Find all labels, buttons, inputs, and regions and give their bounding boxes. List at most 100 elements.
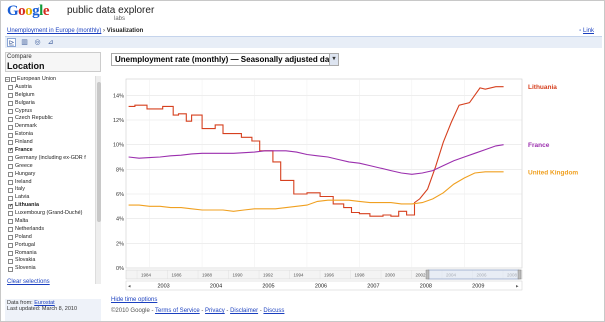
data-source-box: Data from: Eurostat Last updated: March … xyxy=(5,299,101,321)
footer-link-discuss[interactable]: Discuss xyxy=(263,308,284,314)
location-checkbox[interactable] xyxy=(8,243,13,248)
footer-link-privacy[interactable]: Privacy xyxy=(205,308,225,314)
location-item[interactable]: Denmark xyxy=(5,123,95,131)
location-list-scrollbar[interactable] xyxy=(95,76,101,284)
location-checkbox[interactable] xyxy=(8,124,13,130)
footer: ©2010 Google - Terms of Service - Privac… xyxy=(111,308,285,314)
location-item[interactable]: Luxembourg (Grand-Duché) xyxy=(5,210,95,218)
location-checkbox[interactable] xyxy=(8,235,13,241)
location-item[interactable]: Latvia xyxy=(5,194,95,202)
location-checkbox[interactable] xyxy=(8,258,13,264)
location-item[interactable]: Bulgaria xyxy=(5,100,95,108)
collapse-icon[interactable]: − xyxy=(5,77,10,83)
clear-selections-link[interactable]: Clear selections xyxy=(7,279,50,285)
location-checkbox[interactable] xyxy=(8,203,13,210)
bubble-chart-icon[interactable]: ◎ xyxy=(33,38,42,47)
location-checkbox[interactable] xyxy=(8,140,13,146)
location-label: Belgium xyxy=(15,91,35,98)
location-checkbox[interactable] xyxy=(8,100,13,106)
location-item[interactable]: Portugal xyxy=(5,242,95,250)
location-item[interactable]: Italy xyxy=(5,186,95,194)
timeline-tick-label: 1984 xyxy=(141,273,152,278)
timeline-handle-left xyxy=(425,269,430,280)
location-label: Greece xyxy=(15,162,33,169)
series-label: France xyxy=(528,142,550,149)
last-updated: Last updated: March 8, 2010 xyxy=(7,306,78,312)
footer-link-terms[interactable]: Terms of Service xyxy=(155,308,200,314)
location-item[interactable]: Lithuania xyxy=(5,202,95,210)
location-checkbox[interactable] xyxy=(8,156,13,162)
location-checkbox[interactable] xyxy=(8,85,13,91)
left-panel: Compare Location − European Union Austria B… xyxy=(5,50,101,290)
timeline-handle-right xyxy=(517,269,522,280)
location-label: France xyxy=(15,147,33,154)
location-item[interactable]: Czech Republic xyxy=(5,115,95,123)
location-checkbox[interactable] xyxy=(11,77,16,83)
breadcrumb-dataset-link[interactable]: Unemployment in Europe (monthly) xyxy=(7,28,101,34)
location-label: Romania xyxy=(15,249,37,256)
location-checkbox[interactable] xyxy=(8,179,13,185)
location-checkbox[interactable] xyxy=(8,132,13,138)
google-logo[interactable]: Google xyxy=(7,3,50,19)
breadcrumb: Unemployment in Europe (monthly) › Visua… xyxy=(7,28,143,34)
y-tick-label: 8% xyxy=(116,167,124,173)
location-checkbox[interactable] xyxy=(8,250,13,256)
location-item[interactable]: Slovenia xyxy=(5,265,95,273)
x-tick-label: 2003 xyxy=(157,284,169,290)
location-checkbox[interactable] xyxy=(8,187,13,193)
location-checkbox[interactable] xyxy=(8,171,13,177)
location-item[interactable]: Belgium xyxy=(5,92,95,100)
location-item[interactable]: Ireland xyxy=(5,179,95,187)
location-checkbox[interactable] xyxy=(8,266,13,272)
location-item[interactable]: Netherlands xyxy=(5,226,95,234)
location-item[interactable]: Finland xyxy=(5,139,95,147)
location-item[interactable]: Romania xyxy=(5,250,95,258)
location-item[interactable]: Hungary xyxy=(5,171,95,179)
location-checkbox[interactable] xyxy=(8,108,13,114)
hide-time-options-link[interactable]: Hide time options xyxy=(111,297,157,303)
location-item[interactable]: Greece xyxy=(5,163,95,171)
location-label: Location xyxy=(7,61,45,71)
location-checkbox[interactable] xyxy=(8,227,13,233)
location-item[interactable]: Slovakia xyxy=(5,257,95,265)
location-item[interactable]: Cyprus xyxy=(5,108,95,116)
map-icon[interactable]: ⊿ xyxy=(46,38,55,47)
location-item[interactable]: Germany (including ex-GDR f xyxy=(5,155,95,163)
x-tick-label: 2007 xyxy=(367,284,379,290)
bar-chart-icon[interactable]: ▥ xyxy=(20,38,29,47)
location-checkbox[interactable] xyxy=(8,116,13,122)
location-checkbox[interactable] xyxy=(8,93,13,99)
y-tick-label: 0% xyxy=(116,266,124,272)
logo-letter: o xyxy=(25,3,33,19)
location-label: Portugal xyxy=(15,241,36,248)
location-label: Hungary xyxy=(15,170,36,177)
location-item[interactable]: Austria xyxy=(5,84,95,92)
x-tick-label: 2008 xyxy=(420,284,432,290)
location-item[interactable]: Estonia xyxy=(5,131,95,139)
line-chart-icon[interactable]: ⊵ xyxy=(7,38,16,47)
location-label: Latvia xyxy=(15,194,30,201)
location-checkbox[interactable] xyxy=(8,211,13,217)
footer-link-disclaimer[interactable]: Disclaimer xyxy=(230,308,258,314)
timeline-tick-label: 1998 xyxy=(354,273,365,278)
location-item[interactable]: Poland xyxy=(5,234,95,242)
location-label: European Union xyxy=(17,76,56,82)
location-checkbox[interactable] xyxy=(8,195,13,201)
location-item[interactable]: − European Union xyxy=(5,76,95,84)
timeline-tick-label: 1994 xyxy=(293,273,304,278)
location-item[interactable]: Malta xyxy=(5,218,95,226)
line-chart[interactable]: 0% 2% 4% 6% 8% 10% 12% 14% Lithuania France United… xyxy=(109,50,604,297)
location-label: Austria xyxy=(15,83,32,90)
logo-letter: o xyxy=(18,3,26,19)
location-item[interactable]: France xyxy=(5,147,95,155)
location-label: Bulgaria xyxy=(15,99,35,106)
location-label: Italy xyxy=(15,186,25,193)
location-checkbox[interactable] xyxy=(8,164,13,170)
labs-label: labs xyxy=(114,16,126,22)
series-label: United Kingdom xyxy=(528,169,578,176)
scrollbar-thumb[interactable] xyxy=(97,82,101,222)
location-checkbox[interactable] xyxy=(8,219,13,225)
location-checkbox[interactable] xyxy=(8,147,13,155)
logo-letter: g xyxy=(32,3,40,19)
link-button[interactable]: ▫ Link xyxy=(579,28,594,34)
